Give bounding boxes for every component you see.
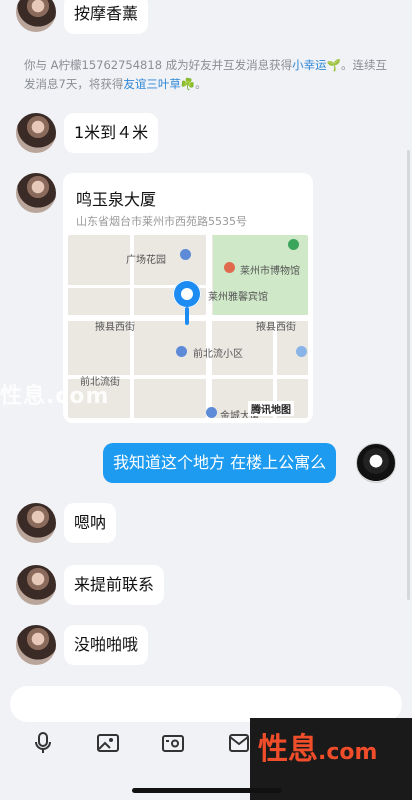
message-bubble-mine[interactable]: 我知道这个地方 在楼上公寓么 — [103, 443, 337, 483]
avatar-contact[interactable] — [16, 503, 56, 543]
poi-icon — [206, 407, 217, 418]
file-icon[interactable] — [228, 732, 250, 754]
map-label: 莱州市博物馆 — [240, 266, 300, 277]
location-address: 山东省烟台市莱州市西苑路5535号 — [76, 215, 247, 228]
watermark-logo-cn: 性息 — [258, 732, 318, 767]
camera-icon[interactable] — [162, 732, 184, 754]
poi-icon — [288, 239, 299, 250]
map-label: 掖县西街 — [95, 322, 135, 333]
message-input[interactable] — [10, 686, 402, 722]
poi-icon — [296, 346, 307, 357]
map-label: 掖县西街 — [256, 322, 296, 333]
location-title: 鸣玉泉大厦 — [76, 190, 157, 209]
poi-icon — [224, 262, 235, 273]
map-provider-logo: 腾讯地图 — [248, 401, 294, 416]
watermark-left: 性息.com — [0, 384, 110, 409]
message-bubble[interactable]: 按摩香薰 — [64, 0, 149, 34]
badge-lucky-link[interactable]: 小幸运🌱 — [292, 58, 341, 72]
message-bubble[interactable]: 没啪啪哦 — [64, 625, 149, 665]
message-bubble[interactable]: 1米到４米 — [64, 113, 159, 153]
avatar-contact[interactable] — [16, 0, 56, 32]
map-label: 广场花园 — [126, 255, 166, 266]
avatar-contact[interactable] — [16, 565, 56, 605]
map-label: 莱州雅馨宾馆 — [208, 292, 268, 303]
system-notice: 你与 A柠檬15762754818 成为好友并互发消息获得小幸运🌱。连续互发消息… — [24, 56, 394, 94]
image-icon[interactable] — [97, 732, 119, 754]
poi-icon — [180, 249, 191, 260]
home-indicator[interactable] — [132, 788, 282, 793]
poi-icon — [176, 346, 187, 357]
location-pin-stick — [185, 307, 189, 325]
location-pin-icon — [173, 280, 201, 308]
avatar-self[interactable] — [356, 443, 396, 483]
message-bubble[interactable]: 嗯呐 — [64, 503, 117, 543]
microphone-icon[interactable] — [32, 732, 54, 754]
message-bubble[interactable]: 来提前联系 — [64, 565, 165, 605]
map-label: 前北流小区 — [193, 349, 243, 360]
badge-clover-link[interactable]: 友谊三叶草☘️ — [123, 77, 195, 91]
system-notice-suffix: 。 — [195, 77, 207, 91]
avatar-contact[interactable] — [16, 113, 56, 153]
system-notice-prefix: 你与 A柠檬15762754818 成为好友并互发消息获得 — [24, 58, 293, 72]
watermark-logo-dotcom: .com — [318, 740, 378, 765]
avatar-contact[interactable] — [16, 173, 56, 213]
scrollbar[interactable] — [407, 150, 410, 600]
avatar-contact[interactable] — [16, 625, 56, 665]
